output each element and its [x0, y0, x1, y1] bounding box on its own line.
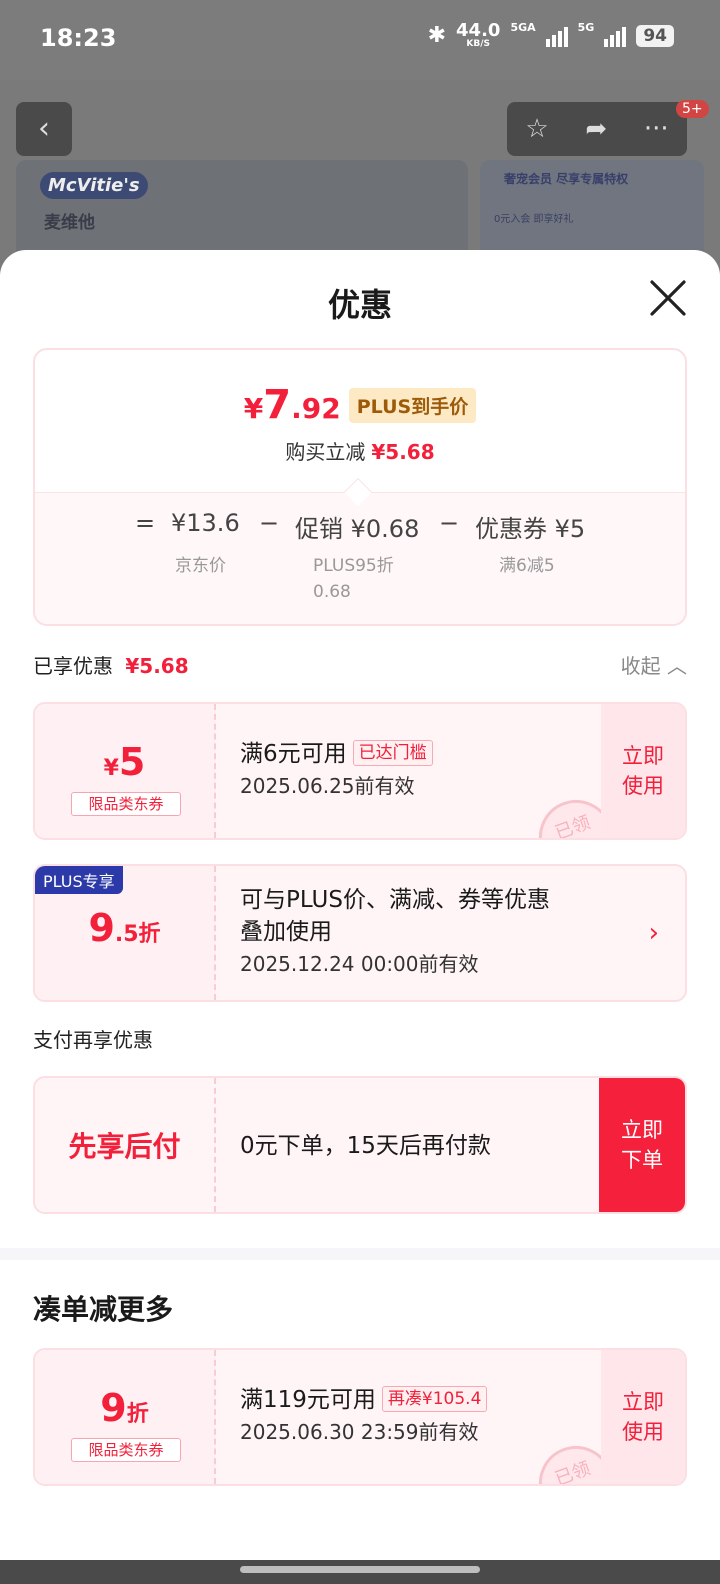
plus-discount-valid-date: 2025.12.24 00:00前有效	[240, 952, 479, 976]
more-icon[interactable]: ···	[644, 114, 669, 144]
enjoyed-value: ¥5.68	[125, 654, 189, 678]
coupon-valid-date: 2025.06.25前有效	[240, 774, 415, 798]
jd-price: ¥13.6	[171, 509, 240, 537]
equals-sign: =	[135, 509, 156, 537]
plus-discount-card[interactable]: 9.5折 PLUS专享 可与PLUS价、满减、券等优惠 叠加使用 2025.12…	[33, 864, 687, 1002]
pay-section-title: 支付再享优惠	[33, 1028, 153, 1052]
close-icon[interactable]	[646, 276, 690, 320]
promo-label: PLUS95折	[313, 556, 394, 576]
promo-amount: 促销 ¥0.68	[295, 515, 420, 543]
header-actions: ☆ ➦ ···	[507, 102, 687, 156]
coupon-value: ¥5	[103, 740, 146, 784]
coupon-condition: 满6元可用	[240, 741, 347, 767]
plus-discount-info: 可与PLUS价、满减、券等优惠 叠加使用 2025.12.24 00:00前有效	[240, 884, 550, 980]
final-price: ¥7.92	[243, 382, 341, 428]
price-formula: = ¥13.6 − 促销 ¥0.68 − 优惠券 ¥5	[35, 509, 685, 549]
home-indicator[interactable]	[240, 1566, 480, 1573]
enjoyed-label: 已享优惠	[33, 654, 113, 678]
coupon-amount: 优惠券 ¥5	[475, 515, 586, 543]
network-type-label-2: 5G	[577, 21, 595, 34]
brand-logo: McVitie's	[40, 172, 148, 199]
price-breakdown: = ¥13.6 − 促销 ¥0.68 − 优惠券 ¥5 京东价 PLUS95折 …	[35, 492, 685, 624]
sheet-title: 优惠	[327, 286, 392, 324]
plus-price-tag: PLUS到手价	[348, 387, 477, 423]
member-banner-sub: 0元入会 即享好礼	[494, 214, 574, 225]
add-more-title: 凑单减更多	[33, 1293, 174, 1326]
notification-badge: 5+	[676, 100, 709, 118]
brand-name-cn: 麦维他	[44, 213, 95, 233]
plus-exclusive-badge: PLUS专享	[35, 866, 123, 894]
price-summary-card: ¥7.92 PLUS到手价 购买立减 ¥5.68 = ¥13.6 − 促销 ¥0.…	[33, 348, 687, 626]
coupon-category-tag-2: 限品类东券	[71, 1438, 181, 1462]
home-indicator-bar	[0, 1560, 720, 1584]
signal-icon-2	[604, 25, 627, 47]
minus-sign: −	[259, 509, 280, 537]
coupon-label: 满6减5	[499, 556, 555, 576]
favorite-star-icon[interactable]: ☆	[525, 114, 548, 144]
bluetooth-icon: ✱	[427, 23, 447, 48]
use-now-button-2[interactable]: 立即 使用	[601, 1350, 685, 1484]
section-divider	[0, 1248, 720, 1260]
coupon-valid-date-2: 2025.06.30 23:59前有效	[240, 1420, 479, 1444]
battery-indicator: 94	[636, 24, 674, 47]
signal-icon	[545, 25, 568, 47]
status-bar: 18:23 ✱ 44.0 KB/S 5GA 5G 94	[0, 0, 720, 80]
order-now-button[interactable]: 立即 下单	[599, 1078, 685, 1212]
back-button[interactable]: ‹	[16, 102, 72, 156]
member-banner-title: 奢宠会员 尽享专属特权	[504, 172, 629, 186]
network-speed: 44.0 KB/S	[456, 20, 501, 49]
instant-reduction: 购买立减 ¥5.68	[285, 440, 435, 464]
status-time: 18:23	[40, 24, 117, 52]
plus-discount-desc-2: 叠加使用	[240, 919, 332, 945]
coupon-value-2: 9折	[100, 1386, 149, 1430]
plus-discount-value: 9.5折	[88, 906, 161, 950]
coupon-info-2: 满119元可用 再凑¥105.4 2025.06.30 23:59前有效	[240, 1384, 488, 1448]
pay-later-desc: 0元下单，15天后再付款	[240, 1133, 491, 1159]
coupon-value-panel: ¥5 限品类东券	[35, 704, 216, 838]
threshold-met-tag: 已达门槛	[352, 740, 433, 766]
coupon-info: 满6元可用 已达门槛 2025.06.25前有效	[240, 738, 433, 802]
network-type-label: 5GA	[510, 21, 536, 34]
coupon-category-tag: 限品类东券	[71, 792, 181, 816]
use-now-button[interactable]: 立即 使用	[601, 704, 685, 838]
jd-price-label: 京东价	[175, 556, 226, 576]
share-icon[interactable]: ➦	[585, 114, 607, 144]
coupon-card[interactable]: ¥5 限品类东券 满6元可用 已达门槛 2025.06.25前有效 已领 立即 使用	[33, 702, 687, 840]
pay-later-card[interactable]: 先享后付 0元下单，15天后再付款 立即 下单	[33, 1076, 687, 1214]
minus-sign-2: −	[439, 509, 460, 537]
coupon-value-panel-2: 9折 限品类东券	[35, 1350, 216, 1484]
coupon-condition-2: 满119元可用	[240, 1387, 376, 1413]
discount-sheet: 优惠 ¥7.92 PLUS到手价 购买立减 ¥5.68 = ¥13.6 − 促销 …	[0, 250, 720, 1560]
pay-later-name: 先享后付	[35, 1078, 216, 1212]
collapse-button[interactable]: 收起 ︿	[621, 650, 687, 679]
coupon-card-2[interactable]: 9折 限品类东券 满119元可用 再凑¥105.4 2025.06.30 23:5…	[33, 1348, 687, 1486]
plus-discount-desc: 可与PLUS价、满减、券等优惠	[240, 887, 550, 913]
status-icons: ✱ 44.0 KB/S 5GA 5G 94	[427, 20, 674, 49]
chevron-right-icon[interactable]: ›	[649, 918, 659, 948]
enjoyed-discount-row: 已享优惠 ¥5.68 收起 ︿	[33, 650, 687, 679]
promo-label-value: 0.68	[313, 582, 351, 602]
final-price-row: ¥7.92 PLUS到手价	[35, 382, 685, 428]
add-more-amount-tag: 再凑¥105.4	[381, 1386, 488, 1412]
